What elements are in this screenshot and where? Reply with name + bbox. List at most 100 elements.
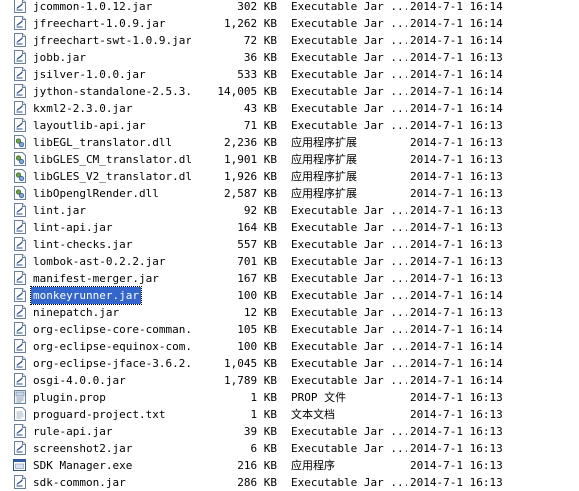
file-name[interactable]: lombok-ast-0.2.2.jar: [31, 253, 167, 270]
file-size: 43 KB: [243, 102, 277, 115]
jar-file-icon: [14, 237, 26, 251]
file-row[interactable]: kxml2-2.3.0.jar 43 KB Executable Jar ... 20…: [0, 100, 579, 117]
file-name[interactable]: org-eclipse-equinox-com...: [31, 338, 191, 355]
file-name[interactable]: proguard-project.txt: [31, 406, 167, 423]
dll-file-icon: [14, 152, 26, 166]
file-row[interactable]: libOpenglRender.dll 2,587 KB 应用程序扩展 2014-7-…: [0, 185, 579, 202]
file-row[interactable]: jython-standalone-2.5.3... 14,005 KB Execu…: [0, 83, 579, 100]
file-row[interactable]: jfreechart-swt-1.0.9.jar 72 KB Executable …: [0, 32, 579, 49]
file-type: Executable Jar ...: [291, 17, 407, 30]
file-name[interactable]: org-eclipse-jface-3.6.2...: [31, 355, 191, 372]
file-name[interactable]: ninepatch.jar: [31, 304, 121, 321]
file-name[interactable]: org-eclipse-core-comman...: [31, 321, 191, 338]
file-name[interactable]: libGLES_CM_translator.dll: [31, 151, 191, 168]
file-type: Executable Jar ...: [291, 204, 407, 217]
jar-file-icon: [14, 271, 26, 285]
file-name[interactable]: lint-api.jar: [31, 219, 114, 236]
file-name[interactable]: plugin.prop: [31, 389, 108, 406]
file-row[interactable]: libEGL_translator.dll 2,236 KB 应用程序扩展 2014-…: [0, 134, 579, 151]
file-row[interactable]: plugin.prop 1 KB PROP 文件 2014-7-1 16:13: [0, 389, 579, 406]
file-name[interactable]: layoutlib-api.jar: [31, 117, 148, 134]
jar-file-icon: [14, 424, 26, 438]
prop-file-icon: [14, 390, 26, 404]
file-row[interactable]: org-eclipse-jface-3.6.2... 1,045 KB Execut…: [0, 355, 579, 372]
file-size: 302 KB: [237, 0, 277, 13]
file-row[interactable]: monkeyrunner.jar 100 KB Executable Jar ...…: [0, 286, 579, 305]
file-name[interactable]: SDK Manager.exe: [31, 457, 134, 474]
file-name[interactable]: jfreechart-swt-1.0.9.jar: [31, 32, 191, 49]
file-row[interactable]: sdk-common.jar 286 KB Executable Jar ... 20…: [0, 474, 579, 491]
file-row[interactable]: manifest-merger.jar 167 KB Executable Jar …: [0, 270, 579, 287]
file-row[interactable]: lint.jar 92 KB Executable Jar ... 2014-7-1 …: [0, 202, 579, 219]
jar-file-icon: [14, 441, 26, 455]
file-row[interactable]: org-eclipse-core-comman... 105 KB Executab…: [0, 321, 579, 338]
file-size: 36 KB: [243, 51, 277, 64]
file-type: Executable Jar ...: [291, 289, 407, 302]
file-size: 286 KB: [237, 476, 277, 489]
file-type: 应用程序: [291, 459, 335, 472]
file-row[interactable]: org-eclipse-equinox-com... 100 KB Executab…: [0, 338, 579, 355]
file-type: PROP 文件: [291, 391, 347, 404]
file-modified-date: 2014-7-1 16:14: [410, 0, 503, 13]
file-size: 557 KB: [237, 238, 277, 251]
file-size: 39 KB: [243, 425, 277, 438]
file-name[interactable]: jsilver-1.0.0.jar: [31, 66, 148, 83]
file-name[interactable]: libGLES_V2_translator.dll: [31, 168, 191, 185]
file-name[interactable]: screenshot2.jar: [31, 440, 134, 457]
file-row[interactable]: jobb.jar 36 KB Executable Jar ... 2014-7-1 …: [0, 49, 579, 66]
file-modified-date: 2014-7-1 16:14: [410, 68, 503, 81]
file-row[interactable]: libGLES_V2_translator.dll 1,926 KB 应用程序扩展 2…: [0, 168, 579, 185]
jar-file-icon: [14, 33, 26, 47]
file-name[interactable]: jython-standalone-2.5.3...: [31, 83, 191, 100]
file-name[interactable]: monkeyrunner.jar: [30, 286, 142, 305]
jar-file-icon: [14, 50, 26, 64]
file-modified-date: 2014-7-1 16:13: [410, 306, 503, 319]
file-modified-date: 2014-7-1 16:13: [410, 408, 503, 421]
file-name[interactable]: jcommon-1.0.12.jar: [31, 0, 154, 15]
file-name[interactable]: jfreechart-1.0.9.jar: [31, 15, 167, 32]
file-type: Executable Jar ...: [291, 442, 407, 455]
file-row[interactable]: jsilver-1.0.0.jar 533 KB Executable Jar ..…: [0, 66, 579, 83]
file-size: 1 KB: [250, 408, 278, 421]
jar-file-icon: [14, 288, 26, 302]
file-name[interactable]: lint.jar: [31, 202, 88, 219]
file-type: Executable Jar ...: [291, 374, 407, 387]
file-modified-date: 2014-7-1 16:14: [410, 17, 503, 30]
file-size: 71 KB: [243, 119, 277, 132]
file-size: 1,262 KB: [224, 17, 277, 30]
jar-file-icon: [14, 203, 26, 217]
file-modified-date: 2014-7-1 16:13: [410, 425, 503, 438]
file-modified-date: 2014-7-1 16:13: [410, 51, 503, 64]
file-row[interactable]: screenshot2.jar 6 KB Executable Jar ... 201…: [0, 440, 579, 457]
file-modified-date: 2014-7-1 16:13: [410, 170, 503, 183]
file-type: 应用程序扩展: [291, 136, 357, 149]
file-row[interactable]: lint-api.jar 164 KB Executable Jar ... 2014…: [0, 219, 579, 236]
file-name[interactable]: jobb.jar: [31, 49, 88, 66]
file-name[interactable]: libOpenglRender.dll: [31, 185, 161, 202]
file-name[interactable]: lint-checks.jar: [31, 236, 134, 253]
file-type: Executable Jar ...: [291, 221, 407, 234]
file-row[interactable]: lint-checks.jar 557 KB Executable Jar ... 2…: [0, 236, 579, 253]
file-row[interactable]: rule-api.jar 39 KB Executable Jar ... 2014-…: [0, 423, 579, 440]
file-name[interactable]: manifest-merger.jar: [31, 270, 161, 287]
file-name[interactable]: sdk-common.jar: [31, 474, 128, 491]
file-row[interactable]: proguard-project.txt 1 KB 文本文档 2014-7-1 16:…: [0, 406, 579, 423]
file-type: Executable Jar ...: [291, 238, 407, 251]
jar-file-icon: [14, 254, 26, 268]
file-row[interactable]: layoutlib-api.jar 71 KB Executable Jar ...…: [0, 117, 579, 134]
file-name[interactable]: libEGL_translator.dll: [31, 134, 174, 151]
file-row[interactable]: libGLES_CM_translator.dll 1,901 KB 应用程序扩展 2…: [0, 151, 579, 168]
file-name[interactable]: osgi-4.0.0.jar: [31, 372, 128, 389]
file-row[interactable]: osgi-4.0.0.jar 1,789 KB Executable Jar ...…: [0, 372, 579, 389]
file-row[interactable]: jfreechart-1.0.9.jar 1,262 KB Executable J…: [0, 15, 579, 32]
file-type: Executable Jar ...: [291, 323, 407, 336]
file-modified-date: 2014-7-1 16:14: [410, 102, 503, 115]
file-name[interactable]: kxml2-2.3.0.jar: [31, 100, 134, 117]
file-size: 164 KB: [237, 221, 277, 234]
file-row[interactable]: jcommon-1.0.12.jar 302 KB Executable Jar .…: [0, 0, 579, 15]
file-name[interactable]: rule-api.jar: [31, 423, 114, 440]
file-row[interactable]: lombok-ast-0.2.2.jar 701 KB Executable Jar…: [0, 253, 579, 270]
file-size: 1,901 KB: [224, 153, 277, 166]
file-row[interactable]: SDK Manager.exe 216 KB 应用程序 2014-7-1 16:13: [0, 457, 579, 474]
file-row[interactable]: ninepatch.jar 12 KB Executable Jar ... 2014…: [0, 304, 579, 321]
